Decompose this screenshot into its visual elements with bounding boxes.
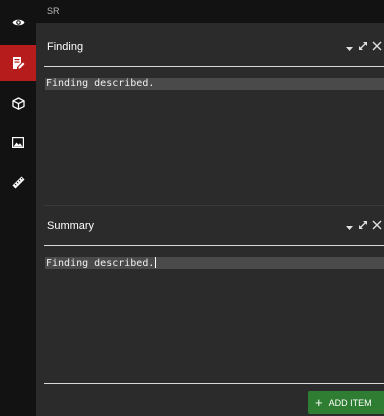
topbar-title: SR — [47, 6, 60, 16]
topbar: SR — [36, 0, 384, 23]
panel-tools — [342, 216, 384, 236]
eye-icon — [12, 18, 25, 27]
divider — [44, 66, 384, 67]
caret-down-icon — [345, 217, 353, 235]
close-button[interactable] — [370, 38, 384, 56]
edit-document-icon — [12, 56, 25, 70]
expand-button[interactable] — [356, 217, 370, 235]
close-icon — [372, 38, 382, 56]
text-cursor — [155, 257, 157, 268]
add-item-button[interactable]: + ADD ITEM — [308, 391, 384, 414]
sidebar-item-3d[interactable] — [0, 85, 36, 121]
finding-text: Finding described. — [46, 78, 155, 89]
sidebar-item-report[interactable] — [0, 45, 36, 81]
summary-panel-header: Summary — [36, 206, 384, 246]
expand-icon — [358, 217, 368, 235]
expand-button[interactable] — [356, 38, 370, 56]
sidebar-item-measure[interactable] — [0, 164, 36, 200]
add-item-label: ADD ITEM — [328, 397, 372, 408]
caret-down-icon — [345, 38, 353, 56]
finding-text-field[interactable]: Finding described. — [45, 78, 384, 90]
main-area: SR Finding Finding described. Summary Fi… — [36, 0, 384, 416]
panel-title: Summary — [47, 220, 95, 232]
cube-icon — [11, 96, 25, 110]
sidebar — [0, 0, 36, 416]
close-icon — [372, 217, 382, 235]
dropdown-button[interactable] — [342, 217, 356, 235]
panel-title: Finding — [47, 41, 84, 53]
panel-tools — [342, 37, 384, 57]
summary-text: Finding described. — [46, 258, 155, 269]
sidebar-item-images[interactable] — [0, 124, 36, 160]
close-button[interactable] — [370, 217, 384, 235]
dropdown-button[interactable] — [342, 38, 356, 56]
ruler-icon — [12, 176, 25, 189]
finding-panel-header: Finding — [36, 27, 384, 67]
sidebar-item-view[interactable] — [0, 4, 36, 40]
divider — [44, 245, 384, 246]
plus-icon: + — [315, 395, 323, 410]
expand-icon — [358, 38, 368, 56]
image-icon — [12, 136, 24, 148]
divider — [44, 383, 384, 384]
summary-text-field[interactable]: Finding described. — [45, 257, 384, 269]
